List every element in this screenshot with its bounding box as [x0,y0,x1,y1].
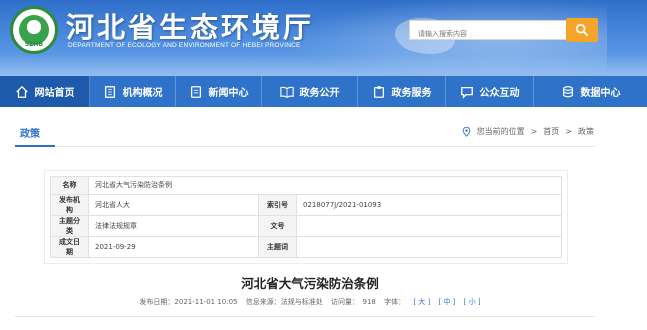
article-meta: 发布日期：2021-11-01 10:05 信息来源：法规与标准处 访问量： 9… [0,297,620,307]
location-pin-icon [462,126,470,137]
table-row: 主题分类 法律法规规章 文号 [50,214,562,237]
font-size-medium-link[interactable]: [ 中 ] [438,298,455,306]
font-size-label: 字体： [384,298,406,306]
info-source: 信息来源：法规与标准处 [245,298,323,306]
search-icon [575,23,589,37]
breadcrumb-current[interactable]: 政策 [578,126,594,137]
search-input[interactable] [410,25,568,43]
keyword-label: 主题词 [258,235,297,258]
date-label: 成文日期 [50,235,89,258]
section-title: 政策 [20,129,40,140]
date-value: 2021-09-29 [88,235,259,258]
nav-item-gov-service[interactable]: 政务服务 [358,76,446,107]
keyword-value [296,235,562,258]
nav-item-news[interactable]: 新闻中心 [176,76,262,107]
index-label: 索引号 [258,193,297,216]
chat-icon [460,86,473,99]
section-underline [15,145,55,147]
nav-label: 新闻中心 [208,88,249,99]
name-label: 名称 [50,176,89,195]
site-subtitle: DEPARTMENT OF ECOLOGY AND ENVIRONMENT OF… [68,42,301,49]
table-row: 名称 河北省大气污染防治条例 [50,176,562,195]
name-value: 河北省大气污染防治条例 [88,176,562,195]
breadcrumb-home-link[interactable]: 首页 [543,126,559,137]
index-value: 0218077J/2021-01093 [296,193,562,216]
search-button[interactable] [566,18,598,42]
agency-logo[interactable]: SZHB [10,6,58,54]
logo-text: SZHB [24,41,44,48]
home-icon [15,85,28,98]
org-label: 发布机构 [50,193,89,216]
building-icon [104,85,115,98]
search-box [409,20,569,43]
nav-item-institution[interactable]: 机构概况 [90,76,176,107]
nav-item-home[interactable]: 网站首页 [0,76,90,107]
nav-label: 政务公开 [299,88,340,99]
database-icon [562,85,573,97]
divider [15,146,595,147]
docno-label: 文号 [258,214,297,237]
docno-value [296,214,562,237]
document-icon [190,85,201,98]
font-size-small-link[interactable]: [ 小 ] [464,298,481,306]
nav-label: 政务服务 [391,88,432,99]
nav-item-gov-open[interactable]: 政务公开 [262,76,358,107]
publish-date: 发布日期：2021-11-01 10:05 [139,298,238,306]
table-row: 发布机构 河北省人大 索引号 0218077J/2021-01093 [50,193,562,216]
breadcrumb-separator: > [565,127,572,136]
topic-value: 法律法规规章 [88,214,259,237]
site-title[interactable]: 河北省生态环境厅 [66,6,314,46]
nav-label: 公众互动 [479,88,520,99]
org-value: 河北省人大 [88,193,259,216]
nav-item-interaction[interactable]: 公众互动 [446,76,534,107]
nav-label: 机构概况 [122,88,163,99]
article-title: 河北省大气污染防治条例 [241,276,379,291]
main-nav: 网站首页 机构概况 新闻中心 政务公开 政务服务 公众互动 数据中心 [0,76,647,107]
topic-label: 主题分类 [50,214,89,237]
clipboard-icon [373,85,384,98]
breadcrumb: 您当前的位置 > 首页 > 政策 [462,126,594,137]
divider [15,316,595,317]
view-count: 访问量： 918 [330,298,376,306]
nav-label: 数据中心 [580,88,621,99]
breadcrumb-prefix: 您当前的位置 [476,127,525,136]
header-banner: SZHB 河北省生态环境厅 DEPARTMENT OF ECOLOGY AND … [0,0,647,76]
table-row: 成文日期 2021-09-29 主题词 [50,235,562,258]
font-size-large-link[interactable]: [ 大 ] [413,298,430,306]
breadcrumb-separator: > [530,127,538,136]
book-icon [279,86,294,98]
document-info-table: 名称 河北省大气污染防治条例 发布机构 河北省人大 索引号 0218077J/2… [50,176,562,258]
nav-item-data-center[interactable]: 数据中心 [534,76,647,107]
nav-label: 网站首页 [34,88,75,99]
